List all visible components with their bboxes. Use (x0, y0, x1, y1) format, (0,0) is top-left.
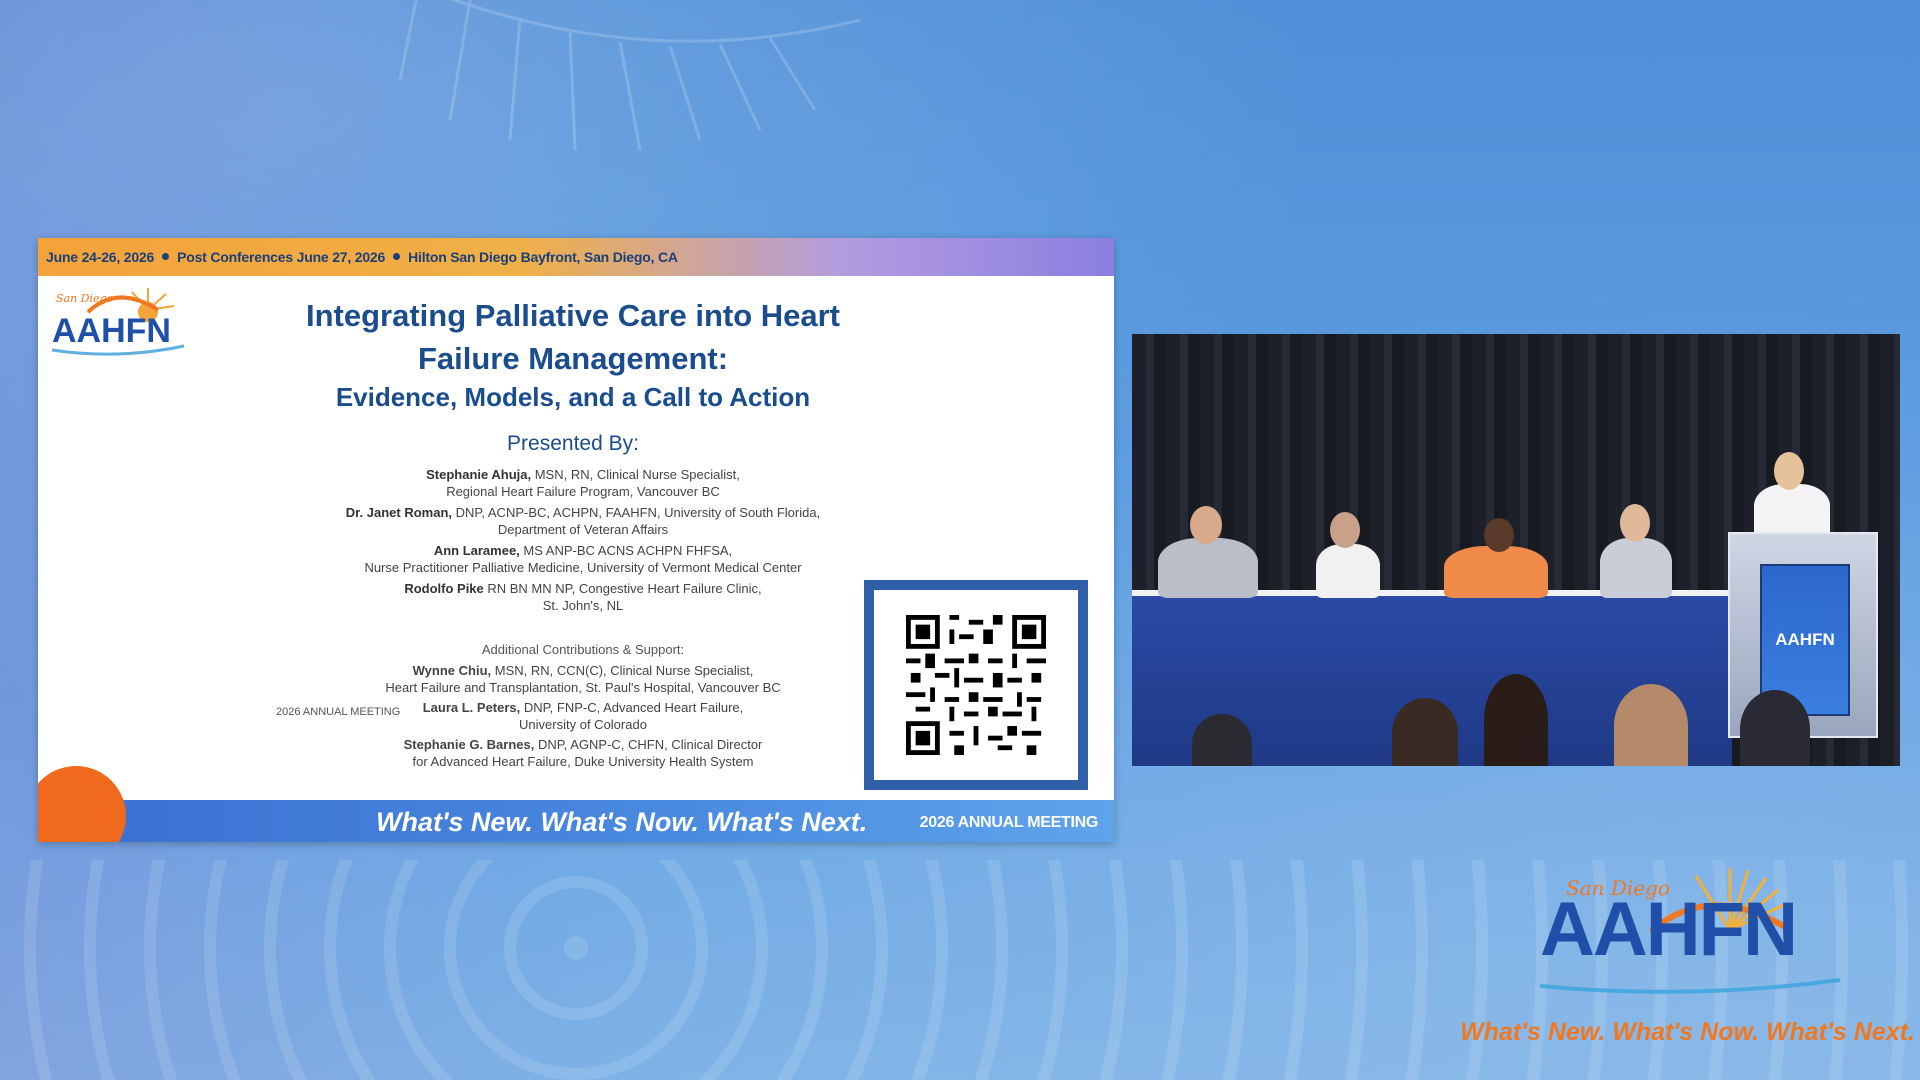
event-date: June 24-26, 2026 (46, 249, 155, 265)
title-line-2: Failure Management: (417, 341, 729, 376)
contributor: Wynne Chiu, MSN, RN, CCN(C), Clinical Nu… (385, 663, 781, 695)
qr-code-frame (864, 580, 1088, 790)
aahfn-brand-logo: San Diego AAHFN What's New. What's Now. … (1460, 860, 1915, 1060)
panelist (1316, 544, 1380, 598)
contributor: Laura L. Peters, DNP, FNP-C, Advanced He… (422, 700, 744, 732)
slide-title: Integrating Palliative Care into Heart F… (258, 294, 888, 380)
presenter: Stephanie Ahuja, MSN, RN, Clinical Nurse… (426, 467, 740, 499)
qr-code (874, 590, 1078, 780)
presentation-slide: June 24-26, 2026 Post Conferences June 2… (38, 238, 1114, 842)
panelist-head (1620, 504, 1650, 542)
venue: Hilton San Diego Bayfront, San Diego, CA (408, 249, 678, 265)
presenters-list: Stephanie Ahuja, MSN, RN, Clinical Nurse… (328, 466, 838, 618)
slide-header-bar: June 24-26, 2026 Post Conferences June 2… (38, 238, 1114, 276)
aahfn-logo: San Diego AAHFN (51, 288, 185, 356)
title-line-1: Integrating Palliative Care into Heart (305, 298, 841, 333)
podium-logo: AAHFN (1775, 630, 1835, 649)
presenter: Ann Laramee, MS ANP-BC ACNS ACHPN FHFSA,… (364, 543, 802, 575)
separator-dot (162, 252, 170, 260)
panelist (1158, 538, 1258, 598)
panelist-head (1190, 506, 1222, 544)
sun-decoration (38, 766, 126, 842)
presenter: Dr. Janet Roman, DNP, ACNP-BC, ACHPN, FA… (345, 505, 821, 537)
contributors-list: Wynne Chiu, MSN, RN, CCN(C), Clinical Nu… (328, 662, 838, 773)
contributions-heading: Additional Contributions & Support: (481, 642, 685, 657)
annual-meeting-mark: 2026 ANNUAL MEETING (276, 706, 401, 718)
post-conferences: Post Conferences June 27, 2026 (177, 249, 386, 265)
slide-subtitle: Evidence, Models, and a Call to Action (335, 382, 811, 412)
contributor: Stephanie G. Barnes, DNP, AGNP-C, CHFN, … (403, 737, 763, 769)
panelist-head (1330, 512, 1360, 548)
brand-logo-text: AAHFN (1540, 887, 1798, 972)
logo-script: San Diego (56, 292, 114, 305)
audience-head (1484, 674, 1548, 766)
speaker-head (1774, 452, 1804, 490)
slide-tagline: What's New. What's Now. What's Next. (376, 807, 868, 837)
presenter: Rodolfo Pike RN BN MN NP, Congestive Hea… (404, 581, 762, 613)
audience-head (1392, 698, 1458, 766)
speaker (1754, 484, 1830, 538)
brand-tagline: What's New. What's Now. What's Next. (1460, 1018, 1915, 1046)
qr-code-icon (906, 615, 1046, 755)
presented-by-heading: Presented By: (507, 432, 639, 455)
logo-text: AAHFN (52, 312, 171, 350)
audience-head (1614, 684, 1688, 766)
panelist-head (1484, 518, 1514, 552)
panelist (1444, 546, 1548, 598)
audience-head (1192, 714, 1252, 766)
palm-leaf-decoration (398, 0, 861, 151)
speaker-video-feed: AAHFN (1132, 334, 1900, 766)
panelist (1600, 538, 1672, 598)
separator-dot (393, 252, 401, 260)
slide-annual-meeting: 2026 ANNUAL MEETING (919, 814, 1099, 831)
wave-icon (1540, 978, 1840, 994)
audience-head (1740, 690, 1810, 766)
